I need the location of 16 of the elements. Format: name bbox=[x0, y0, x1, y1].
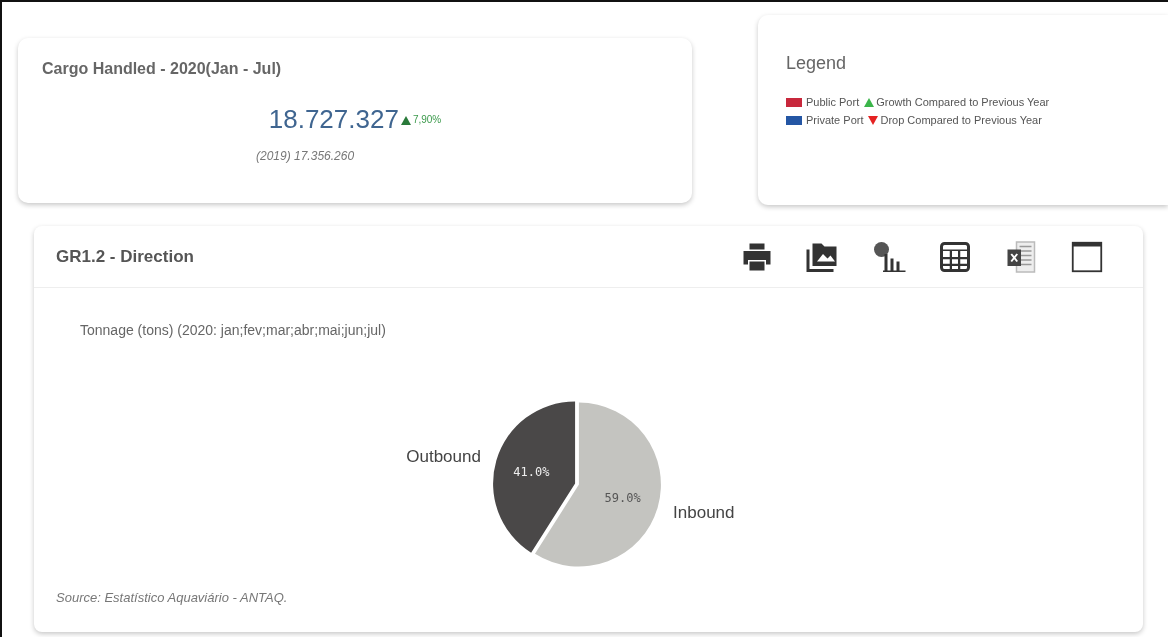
legend-label: Drop Compared to Previous Year bbox=[880, 114, 1042, 126]
cargo-total: 18.727.327 bbox=[268, 104, 399, 135]
slice-label: Outbound bbox=[406, 447, 481, 467]
source-note: Source: Estatístico Aquaviário - ANTAQ. bbox=[56, 590, 289, 605]
legend-label: Public Port bbox=[806, 96, 860, 108]
slice-percent: 41.0% bbox=[513, 464, 550, 479]
legend-label: Growth Compared to Previous Year bbox=[876, 96, 1050, 108]
card-title: Cargo Handled - 2020(Jan - Jul) bbox=[42, 60, 283, 78]
growth-percent: 7,90% bbox=[412, 114, 442, 125]
previous-year-total: (2019) 17.356.260 bbox=[255, 149, 356, 163]
legend-label: Private Port bbox=[806, 114, 864, 126]
slice-label: Inbound bbox=[673, 502, 735, 522]
panel-title: GR1.2 - Direction bbox=[56, 246, 194, 267]
slice-percent: 59.0% bbox=[604, 491, 641, 506]
chart-subtitle: Tonnage (tons) (2020: jan;fev;mar;abr;mai;jun;jul) bbox=[79, 322, 387, 338]
legend-title: Legend bbox=[786, 53, 848, 74]
